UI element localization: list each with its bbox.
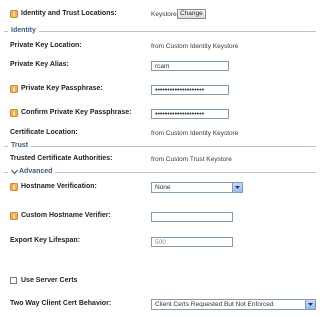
private-key-passphrase-input[interactable]: ••••••••••••••••••••	[151, 85, 229, 95]
two-way-client-cert-behavior-select[interactable]: Client Certs Requested But Not Enforced	[151, 299, 316, 310]
private-key-alias-input[interactable]: rcam	[151, 61, 229, 71]
info-icon	[10, 183, 18, 191]
chevron-down-icon[interactable]	[232, 183, 242, 192]
info-icon	[10, 212, 18, 220]
use-server-certs-label: Use Server Certs	[21, 277, 78, 284]
hostname-verification-label: Hostname Verification:	[21, 183, 97, 190]
identity-trust-locations-value: Keystores	[151, 11, 180, 18]
chevron-down-icon[interactable]	[305, 300, 315, 309]
identity-section-title: Identity	[8, 27, 39, 35]
identity-section-header: Identity	[4, 27, 316, 35]
custom-hostname-verifier-label: Custom Hostname Verifier:	[21, 212, 111, 219]
info-icon	[10, 85, 18, 93]
custom-hostname-verifier-input[interactable]	[151, 212, 233, 222]
advanced-section-header[interactable]: Advanced	[4, 168, 316, 176]
advanced-section-title[interactable]: Advanced	[8, 168, 56, 176]
trusted-ca-value: from Custom Trust Keystore	[151, 156, 232, 163]
two-way-client-cert-behavior-value: Client Certs Requested But Not Enforced	[155, 301, 274, 308]
change-button[interactable]: Change	[177, 9, 206, 19]
info-icon	[10, 10, 18, 18]
use-server-certs-checkbox[interactable]	[10, 277, 17, 284]
confirm-private-key-passphrase-label: Confirm Private Key Passphrase:	[21, 109, 132, 116]
trust-section-header: Trust	[4, 142, 316, 150]
certificate-location-value: from Custom Identity Keystore	[151, 130, 239, 137]
private-key-passphrase-label: Private Key Passphrase:	[21, 85, 103, 92]
hostname-verification-select[interactable]: None	[151, 182, 243, 193]
identity-trust-locations-label: Identity and Trust Locations:	[21, 10, 117, 17]
info-icon	[10, 109, 18, 117]
trusted-ca-label: Trusted Certificate Authorities:	[10, 155, 113, 162]
two-way-client-cert-behavior-label: Two Way Client Cert Behavior:	[10, 300, 112, 307]
export-key-lifespan-label: Export Key Lifespan:	[10, 237, 81, 244]
trust-section-title: Trust	[8, 142, 32, 150]
private-key-alias-label: Private Key Alias:	[10, 61, 69, 68]
advanced-section-label: Advanced	[19, 168, 53, 175]
expand-chevron-icon[interactable]	[11, 169, 18, 175]
confirm-private-key-passphrase-input[interactable]: ••••••••••••••••••••	[151, 109, 229, 119]
export-key-lifespan-input[interactable]: 500	[151, 237, 233, 247]
hostname-verification-value: None	[155, 184, 171, 191]
private-key-location-label: Private Key Location:	[10, 42, 82, 49]
private-key-location-value: from Custom Identity Keystore	[151, 43, 239, 50]
certificate-location-label: Certificate Location:	[10, 129, 78, 136]
